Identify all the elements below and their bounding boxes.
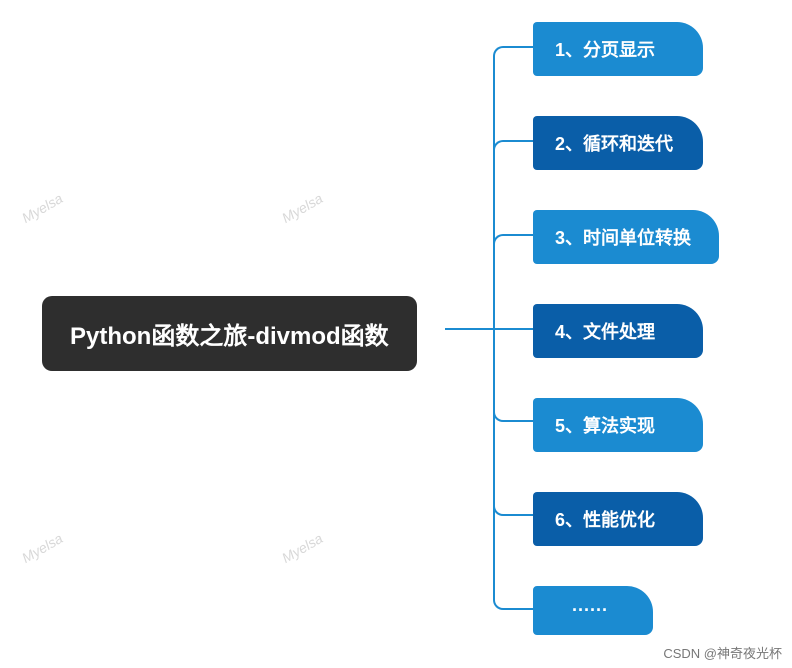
- connector: [493, 328, 533, 610]
- connector: [493, 234, 533, 330]
- child-label: 4、文件处理: [555, 322, 655, 342]
- mindmap-child-4: 4、文件处理: [533, 304, 703, 358]
- watermark: Myelsa: [279, 190, 325, 226]
- mindmap-root: Python函数之旅-divmod函数: [42, 296, 417, 371]
- root-title: Python函数之旅-divmod函数: [70, 323, 389, 350]
- attribution: CSDN @神奇夜光杯: [663, 643, 782, 662]
- mindmap-child-7: ······: [533, 586, 653, 635]
- mindmap-child-5: 5、算法实现: [533, 398, 703, 452]
- child-label: 1、分页显示: [555, 40, 655, 60]
- child-label: 3、时间单位转换: [555, 228, 691, 248]
- watermark: Myelsa: [19, 190, 65, 226]
- mindmap-child-1: 1、分页显示: [533, 22, 703, 76]
- child-label: 5、算法实现: [555, 416, 655, 436]
- child-label: 6、性能优化: [555, 510, 655, 530]
- mindmap-child-6: 6、性能优化: [533, 492, 703, 546]
- connector-stem: [445, 328, 493, 330]
- child-label: 2、循环和迭代: [555, 134, 673, 154]
- child-label: ······: [572, 600, 608, 620]
- mindmap-child-2: 2、循环和迭代: [533, 116, 703, 170]
- watermark: Myelsa: [279, 530, 325, 566]
- mindmap-child-3: 3、时间单位转换: [533, 210, 719, 264]
- watermark: Myelsa: [19, 530, 65, 566]
